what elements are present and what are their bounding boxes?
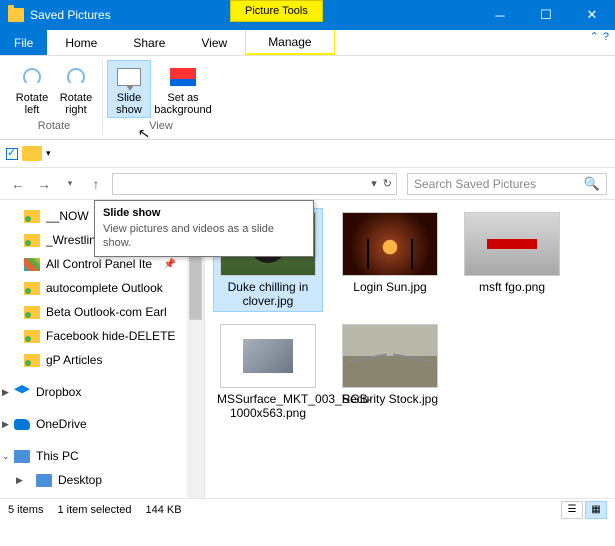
- selection-count: 1 item selected: [57, 504, 131, 516]
- view-group-label: View: [149, 120, 173, 132]
- forward-button[interactable]: →: [34, 176, 54, 192]
- file-name: Login Sun.jpg: [339, 280, 441, 294]
- rotate-right-label: Rotate right: [56, 92, 96, 116]
- status-bar: 5 items 1 item selected 144 KB ☰ ▦: [0, 498, 615, 520]
- window-folder-icon: [8, 8, 24, 22]
- expand-icon[interactable]: ▶: [16, 475, 23, 486]
- file-tile[interactable]: Login Sun.jpg: [335, 208, 445, 312]
- qat-folder-icon[interactable]: [22, 146, 42, 161]
- tree-item[interactable]: gP Articles: [0, 348, 204, 372]
- set-background-button[interactable]: Set as background: [151, 60, 215, 118]
- slide-show-label: Slide show: [109, 92, 149, 116]
- home-tab[interactable]: Home: [47, 30, 115, 55]
- file-tile[interactable]: Security Stock.jpg: [335, 320, 445, 424]
- rotate-group-label: Rotate: [38, 120, 70, 132]
- thispc-node[interactable]: ⌄This PC: [0, 444, 204, 468]
- pin-icon: 📌: [164, 259, 176, 270]
- rotate-right-button[interactable]: Rotate right: [54, 60, 98, 118]
- folder-icon: [24, 354, 40, 367]
- rotate-right-icon: [67, 68, 85, 86]
- thumbnail: [464, 212, 560, 276]
- close-button[interactable]: ✕: [569, 0, 615, 30]
- file-tile[interactable]: msft fgo.png: [457, 208, 567, 312]
- folder-icon: [24, 210, 40, 223]
- manage-tab[interactable]: Manage: [245, 30, 334, 55]
- slide-show-tooltip: Slide show View pictures and videos as a…: [94, 200, 314, 257]
- qat-dropdown[interactable]: ▾: [46, 148, 51, 159]
- thumbnail: [342, 324, 438, 388]
- ribbon-help[interactable]: ⌃ ?: [590, 30, 609, 43]
- window-title: Saved Pictures: [30, 8, 111, 22]
- documents-node[interactable]: ▶Documents: [0, 492, 204, 498]
- share-tab[interactable]: Share: [115, 30, 183, 55]
- tree-item[interactable]: Beta Outlook-com Earl: [0, 300, 204, 324]
- file-menu[interactable]: File: [0, 30, 47, 55]
- desktop-icon: [36, 474, 52, 487]
- view-tab[interactable]: View: [183, 30, 245, 55]
- folder-icon: [24, 330, 40, 343]
- pc-icon: [14, 450, 30, 463]
- address-bar[interactable]: ▾↻: [112, 173, 397, 195]
- tooltip-body: View pictures and videos as a slide show…: [103, 222, 305, 250]
- qat-checkbox[interactable]: [6, 148, 18, 160]
- collapse-icon[interactable]: ⌄: [2, 451, 10, 462]
- dropbox-icon: [14, 385, 30, 399]
- history-dropdown[interactable]: ▾: [60, 178, 80, 189]
- rotate-left-label: Rotate left: [12, 92, 52, 116]
- back-button[interactable]: ←: [8, 176, 28, 192]
- onedrive-icon: [14, 419, 30, 430]
- slide-show-button[interactable]: Slide show: [107, 60, 151, 118]
- file-tile[interactable]: MSSurface_MKT_003_RGB-1000x563.png: [213, 320, 323, 424]
- control-panel-icon: [24, 258, 40, 271]
- tooltip-title: Slide show: [103, 207, 305, 219]
- tree-item[interactable]: autocomplete Outlook: [0, 276, 204, 300]
- contextual-tab: Picture Tools: [230, 0, 323, 22]
- folder-icon: [24, 282, 40, 295]
- expand-icon[interactable]: ▶: [2, 387, 9, 398]
- set-background-label: Set as background: [153, 92, 213, 116]
- minimize-button[interactable]: ─: [477, 0, 523, 30]
- search-icon: 🔍: [584, 176, 600, 192]
- details-view-button[interactable]: ☰: [561, 501, 583, 519]
- address-bar-row: ← → ▾ ↑ ▾↻ Search Saved Pictures 🔍: [0, 168, 615, 200]
- file-name: Security Stock.jpg: [339, 392, 441, 406]
- rotate-left-button[interactable]: Rotate left: [10, 60, 54, 118]
- folder-icon: [24, 234, 40, 247]
- desktop-node[interactable]: ▶Desktop: [0, 468, 204, 492]
- search-box[interactable]: Search Saved Pictures 🔍: [407, 173, 607, 195]
- icons-view-button[interactable]: ▦: [585, 501, 607, 519]
- file-name: MSSurface_MKT_003_RGB-1000x563.png: [217, 392, 319, 420]
- expand-icon[interactable]: ▶: [2, 419, 9, 430]
- search-placeholder: Search Saved Pictures: [414, 177, 536, 191]
- rotate-left-icon: [23, 68, 41, 86]
- onedrive-node[interactable]: ▶OneDrive: [0, 412, 204, 436]
- title-bar: Saved Pictures Picture Tools ─ ☐ ✕: [0, 0, 615, 30]
- dropbox-node[interactable]: ▶Dropbox: [0, 380, 204, 404]
- file-name: msft fgo.png: [461, 280, 563, 294]
- file-name: Duke chilling in clover.jpg: [217, 280, 319, 308]
- documents-icon: [36, 498, 52, 499]
- ribbon: Rotate left Rotate right Rotate Slide sh…: [0, 56, 615, 140]
- maximize-button[interactable]: ☐: [523, 0, 569, 30]
- tree-item[interactable]: Facebook hide-DELETE: [0, 324, 204, 348]
- item-count: 5 items: [8, 504, 43, 516]
- folder-icon: [24, 306, 40, 319]
- set-background-icon: [170, 68, 196, 86]
- slideshow-icon: [117, 68, 141, 86]
- quick-access-toolbar: ▾: [0, 140, 615, 168]
- thumbnail: [342, 212, 438, 276]
- ribbon-tabs: File Home Share View Manage ⌃ ?: [0, 30, 615, 56]
- thumbnail: [220, 324, 316, 388]
- up-button[interactable]: ↑: [86, 176, 106, 192]
- selection-size: 144 KB: [145, 504, 181, 516]
